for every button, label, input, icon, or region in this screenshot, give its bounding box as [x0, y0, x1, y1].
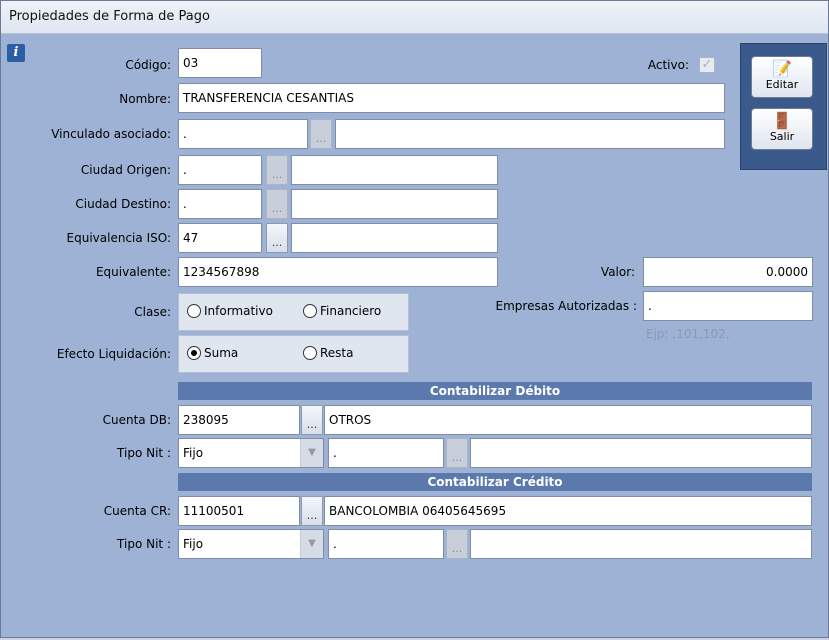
activo-label: Activo:	[647, 58, 689, 72]
efecto-radio-group: Suma Resta	[178, 335, 409, 373]
radio-label: Financiero	[320, 304, 382, 318]
empresas-input[interactable]: .	[643, 291, 813, 321]
codigo-label: Código:	[125, 58, 171, 72]
tipo-nit-cr-label: Tipo Nit :	[117, 537, 171, 551]
equivalencia-iso-label: Equivalencia ISO:	[66, 231, 171, 245]
ciudad-origen-desc-input[interactable]	[291, 155, 498, 185]
tipo-nit-db-select[interactable]: Fijo ▼	[178, 438, 324, 468]
cuenta-cr-lookup-button[interactable]: ...	[301, 496, 323, 526]
nit-cr-lookup-button[interactable]: ...	[446, 529, 468, 559]
tipo-nit-cr-select[interactable]: Fijo ▼	[178, 529, 324, 559]
exit-button-label: Salir	[769, 130, 795, 143]
empresas-label: Empresas Autorizadas :	[495, 299, 637, 313]
window: Propiedades de Forma de Pago i Código: 0…	[0, 0, 829, 638]
cuenta-db-desc-input[interactable]: OTROS	[324, 405, 812, 435]
radio-label: Informativo	[204, 304, 273, 318]
credito-section-header: Contabilizar Crédito	[178, 473, 812, 491]
equivalente-label: Equivalente:	[95, 265, 171, 279]
equivalencia-iso-code-input[interactable]: 47	[178, 223, 262, 253]
radio-label: Resta	[320, 346, 354, 360]
cuenta-cr-desc-input[interactable]: BANCOLOMBIA 06405645695	[324, 496, 812, 526]
nombre-label: Nombre:	[119, 92, 171, 106]
ciudad-destino-label: Ciudad Destino:	[75, 197, 171, 211]
vinculado-code-input[interactable]: .	[178, 119, 308, 149]
radio-circle	[187, 304, 201, 318]
ciudad-origen-lookup-button[interactable]: ...	[266, 155, 288, 185]
equivalente-input[interactable]: 1234567898	[178, 257, 498, 287]
title-bar: Propiedades de Forma de Pago	[1, 1, 828, 34]
valor-input[interactable]: 0.0000	[643, 257, 813, 287]
nit-cr-code-input[interactable]: .	[328, 529, 444, 559]
debito-section-header: Contabilizar Débito	[178, 382, 812, 400]
empresas-hint: Ejp: ,101,102,	[646, 327, 730, 341]
clase-label: Clase:	[134, 305, 171, 319]
efecto-resta-radio[interactable]: Resta	[303, 346, 354, 360]
vinculado-lookup-button[interactable]: ...	[310, 119, 332, 149]
efecto-label: Efecto Liquidación:	[56, 347, 171, 361]
edit-button-label: Editar	[765, 78, 799, 91]
info-icon[interactable]: i	[7, 44, 25, 62]
ciudad-destino-code-input[interactable]: .	[178, 189, 262, 219]
select-value: Fijo	[183, 537, 204, 551]
cuenta-cr-code-input[interactable]: 11100501	[178, 496, 300, 526]
nit-db-lookup-button[interactable]: ...	[446, 438, 468, 468]
ciudad-origen-code-input[interactable]: .	[178, 155, 262, 185]
chevron-down-icon[interactable]: ▼	[300, 439, 323, 467]
equivalencia-iso-desc-input[interactable]	[291, 223, 498, 253]
window-title: Propiedades de Forma de Pago	[9, 9, 210, 24]
radio-label: Suma	[204, 346, 239, 360]
tipo-nit-db-label: Tipo Nit :	[117, 446, 171, 460]
edit-document-icon: 📝	[772, 59, 792, 78]
nit-db-code-input[interactable]: .	[328, 438, 444, 468]
vinculado-desc-input[interactable]	[335, 119, 725, 149]
radio-circle-selected	[187, 346, 201, 360]
clase-financiero-radio[interactable]: Financiero	[303, 304, 381, 318]
clase-informativo-radio[interactable]: Informativo	[187, 304, 273, 318]
cuenta-db-code-input[interactable]: 238095	[178, 405, 300, 435]
radio-circle	[303, 304, 317, 318]
radio-circle	[303, 346, 317, 360]
exit-button[interactable]: 🚪 Salir	[751, 108, 813, 150]
equivalencia-iso-lookup-button[interactable]: ...	[266, 223, 288, 253]
nombre-input[interactable]: TRANSFERENCIA CESANTIAS	[178, 83, 725, 113]
valor-label: Valor:	[600, 265, 635, 279]
edit-button[interactable]: 📝 Editar	[751, 56, 813, 98]
exit-door-icon: 🚪	[772, 111, 792, 130]
cuenta-cr-label: Cuenta CR:	[103, 504, 171, 518]
nit-db-desc-input[interactable]	[470, 438, 812, 468]
codigo-input[interactable]: 03	[178, 48, 262, 78]
nit-cr-desc-input[interactable]	[470, 529, 812, 559]
check-icon: ✓	[701, 57, 713, 72]
action-toolbar: 📝 Editar 🚪 Salir	[740, 43, 827, 170]
chevron-down-icon[interactable]: ▼	[300, 530, 323, 558]
activo-checkbox[interactable]: ✓	[699, 57, 715, 73]
cuenta-db-label: Cuenta DB:	[102, 413, 171, 427]
vinculado-label: Vinculado asociado:	[51, 127, 171, 141]
select-value: Fijo	[183, 446, 204, 460]
ciudad-origen-label: Ciudad Origen:	[80, 163, 171, 177]
efecto-suma-radio[interactable]: Suma	[187, 346, 238, 360]
cuenta-db-lookup-button[interactable]: ...	[301, 405, 323, 435]
clase-radio-group: Informativo Financiero	[178, 293, 409, 331]
ciudad-destino-desc-input[interactable]	[291, 189, 498, 219]
ciudad-destino-lookup-button[interactable]: ...	[266, 189, 288, 219]
